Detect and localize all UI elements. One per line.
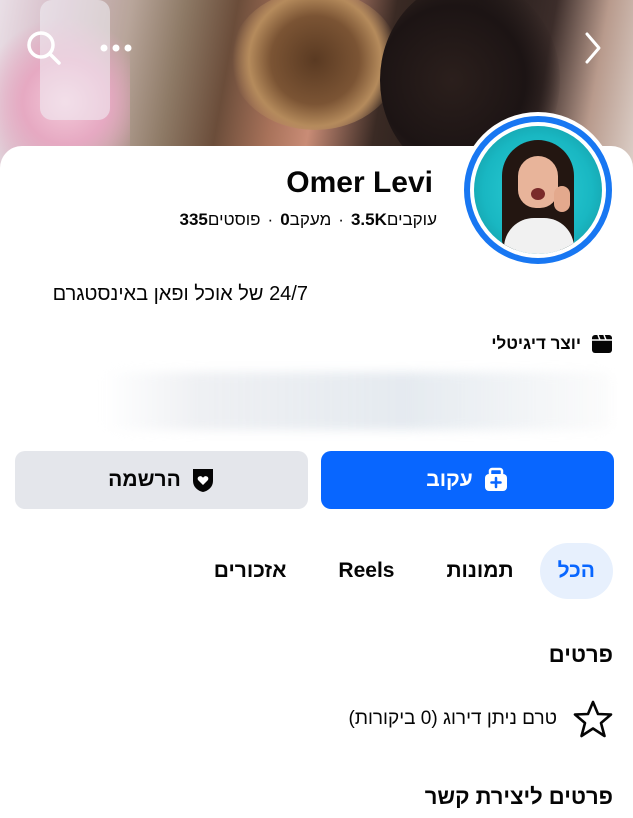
separator: ·: [338, 210, 344, 229]
cover-decoration: [230, 0, 400, 130]
star-icon: [573, 700, 613, 738]
story-ring: [464, 116, 612, 264]
more-icon: [100, 44, 132, 52]
followers-count: 3.5K: [350, 210, 387, 229]
next-button[interactable]: [571, 26, 615, 70]
profile-stats: 3.5Kעוקבים · 0מעקב · 335פוסטים: [180, 210, 437, 230]
follow-button[interactable]: עקוב: [321, 451, 614, 509]
posts-count: 335: [179, 210, 208, 229]
follow-badge-icon: [483, 467, 509, 493]
heart-shield-icon: [191, 467, 215, 493]
following-stat[interactable]: 0מעקב: [280, 210, 331, 230]
blurred-content: [100, 372, 612, 430]
following-count: 0: [280, 210, 290, 229]
tab-all[interactable]: הכל: [539, 543, 613, 599]
details-heading: פרטים: [548, 642, 613, 667]
search-icon: [27, 31, 61, 65]
clapperboard-icon: [592, 334, 612, 353]
posts-stat[interactable]: 335פוסטים: [180, 210, 261, 230]
separator: ·: [267, 210, 274, 229]
tab-photos[interactable]: תמונות: [420, 543, 539, 599]
profile-tabs: הכל תמונות Reels אזכורים: [188, 543, 613, 599]
profile-category: יוצר דיגיטלי: [491, 334, 613, 354]
tab-reels[interactable]: Reels: [312, 543, 420, 599]
rating-row[interactable]: טרם ניתן דירוג (0 ביקורות): [349, 700, 613, 738]
followers-label: עוקבים: [386, 210, 437, 229]
profile-bio: 24/7 של אוכל ופאן באינסטגרם: [52, 283, 308, 305]
followers-stat[interactable]: 3.5Kעוקבים: [351, 210, 437, 230]
tab-mentions[interactable]: אזכורים: [188, 543, 313, 599]
more-options-button[interactable]: [94, 26, 138, 70]
category-label: יוצר דיגיטלי: [491, 334, 581, 353]
avatar-photo: [474, 126, 602, 254]
register-button[interactable]: הרשמה: [15, 451, 308, 509]
rating-text: טרם ניתן דירוג (0 ביקורות): [348, 708, 557, 729]
follow-label: עקוב: [426, 468, 473, 491]
posts-label: פוסטים: [207, 210, 261, 229]
profile-name: Omer Levi: [286, 166, 433, 199]
search-button[interactable]: [22, 26, 66, 70]
following-label: מעקב: [289, 210, 332, 229]
contact-heading: פרטים ליצירת קשר: [424, 784, 613, 809]
chevron-right-icon: [585, 32, 601, 64]
register-label: הרשמה: [108, 468, 181, 491]
profile-avatar[interactable]: [460, 112, 616, 268]
